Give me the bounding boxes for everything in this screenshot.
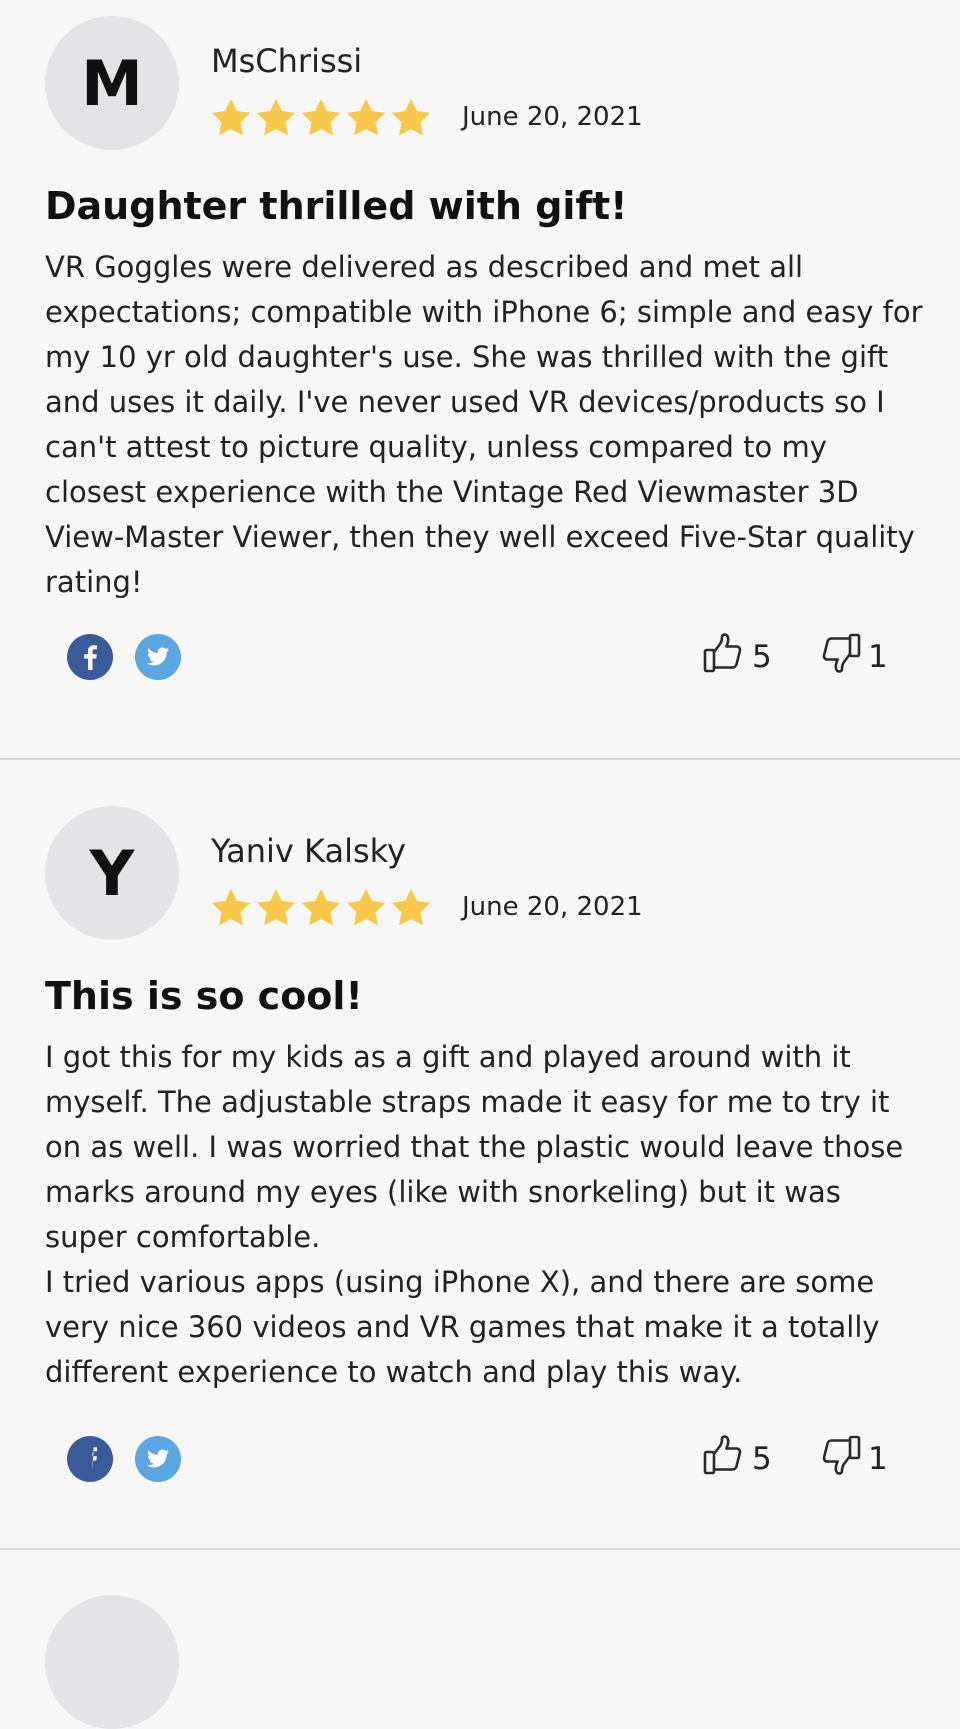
share-links xyxy=(67,634,187,680)
avatar: Y xyxy=(45,806,179,940)
star-icon xyxy=(346,888,386,926)
facebook-icon[interactable] xyxy=(67,634,113,680)
facebook-icon[interactable] xyxy=(67,1436,113,1482)
review-author: MsChrissi xyxy=(211,42,363,80)
helpful-no-count: 1 xyxy=(868,639,888,675)
star-icon xyxy=(256,888,296,926)
thumbs-up-icon xyxy=(702,1433,746,1485)
review-divider xyxy=(0,758,960,760)
avatar xyxy=(45,1595,179,1729)
star-rating xyxy=(209,96,433,140)
review-body: VR Goggles were delivered as described a… xyxy=(45,250,923,599)
review-title: Daughter thrilled with gift! xyxy=(45,184,628,228)
star-icon xyxy=(211,888,251,926)
twitter-icon[interactable] xyxy=(135,634,181,680)
twitter-icon[interactable] xyxy=(135,1436,181,1482)
helpful-no-button[interactable]: 1 xyxy=(818,631,888,683)
review-title: This is so cool! xyxy=(45,974,363,1018)
star-icon xyxy=(301,98,341,136)
share-links xyxy=(67,1436,187,1482)
review-divider xyxy=(0,1548,960,1550)
review-date: June 20, 2021 xyxy=(462,892,643,922)
helpful-no-count: 1 xyxy=(868,1441,888,1477)
thumbs-up-icon xyxy=(702,631,746,683)
star-icon xyxy=(211,98,251,136)
helpful-votes: 5 1 xyxy=(702,631,902,683)
helpful-yes-button[interactable]: 5 xyxy=(702,1433,818,1485)
star-rating xyxy=(209,886,433,930)
star-icon xyxy=(256,98,296,136)
review-body: I got this for my kids as a gift and pla… xyxy=(45,1040,904,1389)
review-card: Y Yaniv Kalsky June 20, 2021 This is so … xyxy=(0,790,960,1580)
thumbs-down-icon xyxy=(818,1433,862,1485)
review-date: June 20, 2021 xyxy=(462,102,643,132)
star-icon xyxy=(346,98,386,136)
helpful-yes-button[interactable]: 5 xyxy=(702,631,818,683)
helpful-yes-count: 5 xyxy=(752,1441,772,1477)
helpful-no-button[interactable]: 1 xyxy=(818,1433,888,1485)
star-icon xyxy=(391,888,431,926)
thumbs-down-icon xyxy=(818,631,862,683)
review-card: M MsChrissi June 20, 2021 Daughter thril… xyxy=(0,0,960,790)
helpful-votes: 5 1 xyxy=(702,1433,902,1485)
star-icon xyxy=(301,888,341,926)
review-author: Yaniv Kalsky xyxy=(211,832,406,870)
helpful-yes-count: 5 xyxy=(752,639,772,675)
star-icon xyxy=(391,98,431,136)
avatar: M xyxy=(45,16,179,150)
